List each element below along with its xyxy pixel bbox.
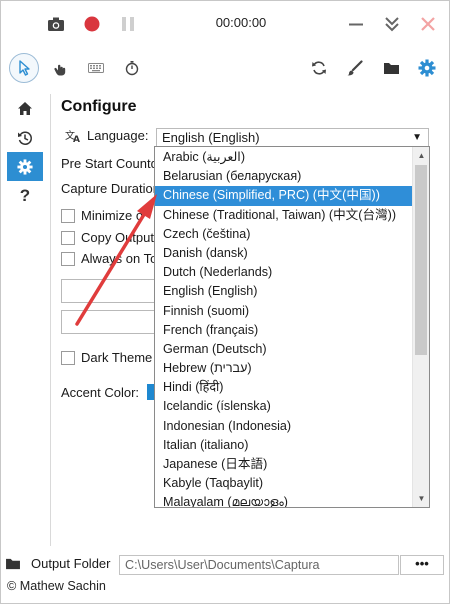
language-option[interactable]: Icelandic (íslenska) <box>155 397 412 416</box>
option-field-1[interactable] <box>61 279 156 303</box>
brush-icon[interactable] <box>340 53 370 83</box>
capture-duration-label: Capture Duration <box>61 181 160 196</box>
output-path-field[interactable]: C:\Users\User\Documents\Captura <box>119 555 399 575</box>
folder-icon <box>6 558 20 570</box>
language-option[interactable]: Hindi (हिंदी) <box>155 378 412 397</box>
svg-text:A: A <box>73 135 80 143</box>
copy-output-checkbox[interactable] <box>61 230 75 245</box>
language-row: 文A Language: <box>65 128 148 143</box>
language-select-value: English (English) <box>162 130 260 145</box>
always-on-top-checkbox-row[interactable]: Always on To <box>61 251 157 266</box>
dark-theme-checkbox[interactable] <box>61 350 75 365</box>
language-option[interactable]: Chinese (Traditional, Taiwan) (中文(台灣)) <box>155 206 412 225</box>
always-on-top-checkbox[interactable] <box>61 251 75 266</box>
scroll-up-icon[interactable]: ▲ <box>413 147 429 164</box>
collapse-icon[interactable] <box>378 10 406 38</box>
language-option[interactable]: Indonesian (Indonesia) <box>155 417 412 436</box>
language-option[interactable]: Belarusian (беларуская) <box>155 167 412 186</box>
always-on-top-label: Always on To <box>81 251 158 266</box>
record-icon[interactable] <box>78 10 106 38</box>
scroll-down-icon[interactable]: ▼ <box>413 490 429 507</box>
language-option[interactable]: Chinese (Simplified, PRC) (中文(中国)) <box>155 186 412 206</box>
option-field-2[interactable] <box>61 310 156 334</box>
recording-timer: 00:00:00 <box>215 15 267 30</box>
tools-bar <box>1 47 450 91</box>
language-options: Arabic (العربية) Belarusian (беларуская) C… <box>155 148 412 507</box>
keyboard-icon[interactable] <box>81 53 111 83</box>
language-option[interactable]: Czech (čeština) <box>155 225 412 244</box>
language-dropdown-list: Arabic (العربية) Belarusian (беларуская) C… <box>154 146 430 508</box>
minimize-checkbox[interactable] <box>61 208 75 223</box>
chevron-down-icon: ▼ <box>412 132 422 143</box>
author-credit: © Mathew Sachin <box>7 579 106 593</box>
language-option[interactable]: English (English) <box>155 282 412 301</box>
minimize-label: Minimize o <box>81 208 144 223</box>
copy-output-label: Copy Output <box>81 230 154 245</box>
stopwatch-icon[interactable] <box>117 53 147 83</box>
page-title: Configure <box>61 98 137 115</box>
output-folder-button[interactable]: Output Folder <box>5 556 111 571</box>
dark-theme-label: Dark Theme <box>81 350 153 365</box>
pre-start-countdown-label: Pre Start Countd <box>61 156 158 171</box>
history-icon[interactable] <box>7 123 43 152</box>
language-option[interactable]: Dutch (Nederlands) <box>155 263 412 282</box>
top-bar: 00:00:00 <box>1 1 450 47</box>
scrollbar-thumb[interactable] <box>415 165 427 355</box>
language-option[interactable]: French (français) <box>155 321 412 340</box>
cursor-icon[interactable] <box>9 53 39 83</box>
accent-color-row: Accent Color: <box>61 384 160 400</box>
camera-icon[interactable] <box>42 10 70 38</box>
refresh-icon[interactable] <box>304 53 334 83</box>
help-icon[interactable]: ? <box>7 181 43 210</box>
left-nav: ? <box>7 94 43 210</box>
browse-more-button[interactable]: ••• <box>400 555 444 575</box>
language-option[interactable]: Danish (dansk) <box>155 244 412 263</box>
language-option[interactable]: Italian (italiano) <box>155 436 412 455</box>
language-option[interactable]: Malayalam (മലയാളം) <box>155 493 412 507</box>
dropdown-scrollbar[interactable]: ▲ ▼ <box>412 147 429 507</box>
settings-icon[interactable] <box>7 152 43 181</box>
captura-window: 00:00:00 ? Configure 文 A Language: Engli… <box>0 0 450 604</box>
close-icon[interactable] <box>414 10 442 38</box>
folder-icon[interactable] <box>376 53 406 83</box>
language-option[interactable]: Finnish (suomi) <box>155 302 412 321</box>
language-select[interactable]: English (English) ▼ <box>156 128 429 148</box>
translate-icon: 文A <box>65 129 80 143</box>
minimize-icon[interactable] <box>342 10 370 38</box>
dark-theme-checkbox-row[interactable]: Dark Theme <box>61 350 152 365</box>
output-folder-label: Output Folder <box>31 556 111 571</box>
language-option[interactable]: Arabic (العربية) <box>155 148 412 167</box>
language-option[interactable]: Hebrew (עברית) <box>155 359 412 378</box>
home-icon[interactable] <box>7 94 43 123</box>
language-option[interactable]: German (Deutsch) <box>155 340 412 359</box>
minimize-checkbox-row[interactable]: Minimize o <box>61 208 143 223</box>
hand-click-icon[interactable] <box>45 53 75 83</box>
settings-icon[interactable] <box>412 53 442 83</box>
language-label: Language: <box>87 128 149 143</box>
nav-divider <box>50 94 51 546</box>
language-option[interactable]: Japanese (日本語) <box>155 455 412 474</box>
accent-color-label: Accent Color: <box>61 384 140 400</box>
footer-bar: Output Folder C:\Users\User\Documents\Ca… <box>1 554 450 576</box>
language-option[interactable]: Kabyle (Taqbaylit) <box>155 474 412 493</box>
copy-output-checkbox-row[interactable]: Copy Output <box>61 230 154 245</box>
pause-icon[interactable] <box>114 10 142 38</box>
